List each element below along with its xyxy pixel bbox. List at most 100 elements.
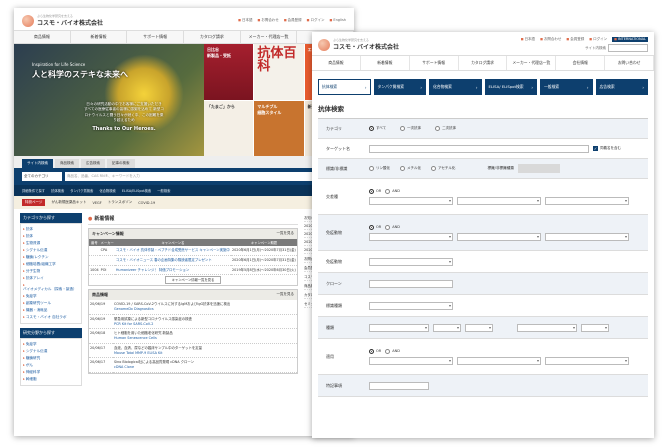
products-more-link[interactable]: 一覧を見る [277, 292, 295, 298]
nav-item[interactable]: カタログ請求 [459, 56, 508, 70]
category-link[interactable]: シグナル伝達 [23, 247, 79, 254]
host-select-2[interactable] [457, 232, 541, 241]
field-link[interactable]: がん [23, 362, 79, 369]
nav-item[interactable]: メーカー・代理店一覧 [241, 31, 298, 43]
nav-item[interactable]: 会社情報 [556, 56, 606, 70]
product-link[interactable]: Mouse Total MMP-9 ELISA Kit [114, 351, 163, 355]
isotype-select-4[interactable] [517, 323, 577, 332]
campaign-more-link[interactable]: 一覧を見る [277, 231, 295, 237]
search-sublink[interactable]: タンパク質検索 [70, 188, 93, 193]
top-link[interactable]: ログイン [589, 37, 607, 42]
clone-input[interactable] [369, 279, 453, 288]
top-link[interactable]: ログイン [307, 18, 325, 23]
nav-item[interactable]: 商品情報 [14, 31, 71, 43]
radio-primary[interactable]: 一次抗体 [400, 126, 421, 131]
category-link[interactable]: 機器・消耗品 [23, 307, 79, 314]
category-link[interactable]: 抗体アレイ [23, 275, 79, 282]
target-input[interactable] [369, 144, 589, 153]
label-type-input[interactable] [517, 164, 560, 173]
category-link[interactable]: 細胞培養/組織工学 [23, 261, 79, 268]
category-link[interactable]: 抗体 [23, 226, 79, 233]
top-link[interactable]: お問合わせ [540, 37, 562, 42]
synonym-checkbox[interactable]: ✓ 同義名を含む [593, 146, 621, 151]
application-select-2[interactable] [457, 356, 541, 365]
product-link[interactable]: PCR Kit for SARS-CoV-2 [114, 322, 153, 326]
immune-animal-select[interactable] [369, 257, 453, 266]
international-link[interactable]: INTERNATIONAL [612, 37, 648, 42]
radio-phospho[interactable]: リン酸化 [369, 166, 390, 171]
search-tab[interactable]: 商品検索 [55, 159, 79, 168]
feature-link[interactable]: VEGF [92, 201, 101, 205]
radio-and[interactable]: AND [385, 188, 400, 194]
category-link[interactable]: 分子生物 [23, 268, 79, 275]
feature-link[interactable]: トランスポゾン [108, 200, 132, 205]
reactivity-select-2[interactable] [457, 196, 541, 205]
host-select-3[interactable] [545, 232, 629, 241]
search-sublink[interactable]: 詳細条件で探す [22, 188, 45, 193]
search-tab[interactable]: 記事の検索 [107, 159, 135, 168]
product-link[interactable]: cDNA Clone [114, 365, 134, 369]
top-link[interactable]: 会員登録 [566, 37, 584, 42]
nav-item[interactable]: 商品情報 [312, 56, 361, 70]
category-link[interactable]: コスモ・バイオ 自社ラボ [23, 314, 79, 321]
category-link[interactable]: 抗体 [23, 233, 79, 240]
campaign-list-button[interactable]: キャンペーン情報一覧を見る [164, 276, 222, 285]
radio-and[interactable]: AND [385, 224, 400, 230]
logo[interactable]: ぶら生物化学研究を支える コスモ・バイオ株式会社 [22, 14, 103, 27]
search-tab[interactable]: 広告検索 [81, 159, 105, 168]
category-link[interactable]: 創薬研究ツール [23, 300, 79, 307]
nav-item[interactable]: サポート情報 [127, 31, 185, 43]
campaign-link[interactable]: Humanizeer チャレンジ！ 特価プロモーション [116, 268, 189, 272]
product-link[interactable]: GenomeDx Diagnostics [114, 307, 154, 311]
tab-compound-search[interactable]: 化合物検索 › [429, 79, 482, 95]
reactivity-select-1[interactable] [369, 196, 453, 205]
top-link[interactable]: お問合わせ [257, 18, 279, 23]
field-link[interactable]: 糖鎖研究 [23, 355, 79, 362]
promo-tile[interactable]: 抗体百科 [254, 44, 304, 100]
promo-tile[interactable]: 日比谷 新製品・受託 [204, 44, 254, 100]
isotype-select-1[interactable] [369, 323, 429, 332]
product-link[interactable]: Human Senescence Cells [114, 336, 157, 340]
nav-item[interactable]: メーカー・代理店一覧 [507, 56, 557, 70]
nav-item[interactable]: お問い合わせ [605, 56, 654, 70]
nav-item[interactable]: サポート情報 [410, 56, 459, 70]
top-link[interactable]: English [330, 18, 346, 23]
radio-and[interactable]: AND [385, 348, 400, 354]
radio-acetyl[interactable]: アセチル化 [431, 166, 455, 171]
logo[interactable]: ぶら生物化学研究を支える コスモ・バイオ株式会社 [318, 38, 399, 51]
tab-ad-search[interactable]: 広告検索 › [595, 79, 648, 95]
radio-or[interactable]: OR [369, 188, 381, 194]
category-link[interactable]: 糖鎖/レクチン [23, 254, 79, 261]
feature-link[interactable]: がん新規医薬品キット [51, 200, 86, 205]
field-link[interactable]: 神経科学 [23, 369, 79, 376]
category-link[interactable]: 生物資源 [23, 240, 79, 247]
tab-protein-search[interactable]: タンパク質検索 › [373, 79, 426, 95]
top-link[interactable]: 日本語 [521, 37, 536, 42]
hero-banner[interactable]: Inspiration for Life Science 人と科学のステキな未来… [14, 44, 354, 156]
search-sublink[interactable]: 化合物検索 [99, 188, 115, 193]
nav-item[interactable]: 新着情報 [361, 56, 410, 70]
top-link[interactable]: 会員登録 [284, 18, 302, 23]
search-sublink[interactable]: 抗体検索 [51, 188, 64, 193]
feature-link[interactable]: COVID-19 [138, 201, 155, 205]
nav-item[interactable]: カタログ請求 [184, 31, 241, 43]
campaign-link[interactable]: コスモ・バイオ 抗体作製・ペプチド合成受託サービス キャンペーン実施中 [116, 248, 230, 252]
nav-item[interactable]: 新着情報 [71, 31, 128, 43]
promo-tile[interactable]: 「たまご」から [204, 100, 254, 156]
tab-elisa-search[interactable]: ELISA/ ELISpot検索 › [484, 79, 537, 95]
tab-general-search[interactable]: 一般検索 › [540, 79, 593, 95]
top-link[interactable]: 日本語 [238, 18, 253, 23]
field-link[interactable]: シグナル伝達 [23, 348, 79, 355]
notes-input[interactable] [369, 381, 429, 390]
site-search-input[interactable] [608, 44, 648, 52]
application-select-3[interactable] [545, 356, 629, 365]
isotype-select-2[interactable] [433, 323, 461, 332]
field-link[interactable]: 免疫学 [23, 341, 79, 348]
promo-tile[interactable]: マルチプル 細胞スタイル [254, 100, 304, 156]
category-link[interactable]: バイオメディカル（探索・製造） [23, 282, 79, 293]
search-sublink[interactable]: 一般検索 [157, 188, 170, 193]
radio-secondary[interactable]: 二次抗体 [435, 126, 456, 131]
radio-or[interactable]: OR [369, 348, 381, 354]
search-input[interactable]: 商品名、品番、CAS RN®、キーワードを入力 [65, 172, 329, 181]
conjugate-select[interactable] [369, 301, 453, 310]
